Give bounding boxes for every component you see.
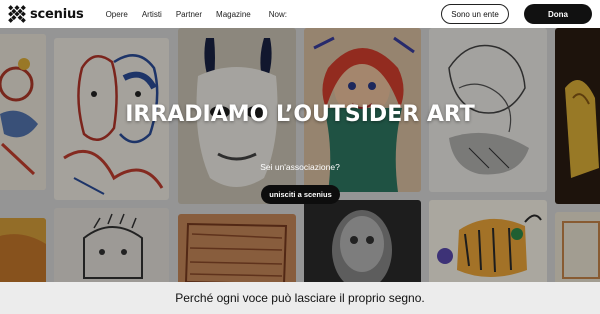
dona-button[interactable]: Dona: [524, 4, 592, 24]
nav-item-now[interactable]: Now:: [269, 10, 287, 19]
logo-text: scenius: [30, 6, 84, 22]
nav-item-artisti[interactable]: Artisti: [142, 10, 162, 19]
nav-item-partner[interactable]: Partner: [176, 10, 202, 19]
hero-section: IRRADIAMO L’OUTSIDER ART Sei un'associaz…: [0, 28, 600, 282]
main-nav: Opere Artisti Partner Magazine Now:: [106, 10, 287, 19]
tagline-band: Perché ogni voce può lasciare il proprio…: [0, 282, 600, 314]
sono-un-ente-button[interactable]: Sono un ente: [441, 4, 509, 24]
scenius-logo-icon: [8, 5, 26, 23]
nav-item-magazine[interactable]: Magazine: [216, 10, 251, 19]
tagline-text: Perché ogni voce può lasciare il proprio…: [175, 291, 425, 305]
unisciti-button[interactable]: unisciti a scenius: [261, 185, 340, 204]
hero-subtitle[interactable]: Sei un'associazione?: [0, 162, 600, 172]
hero-overlay: [0, 28, 600, 282]
hero-title: IRRADIAMO L’OUTSIDER ART: [125, 102, 475, 127]
logo[interactable]: scenius: [8, 5, 84, 23]
top-navigation-bar: scenius Opere Artisti Partner Magazine N…: [0, 0, 600, 28]
nav-item-opere[interactable]: Opere: [106, 10, 128, 19]
